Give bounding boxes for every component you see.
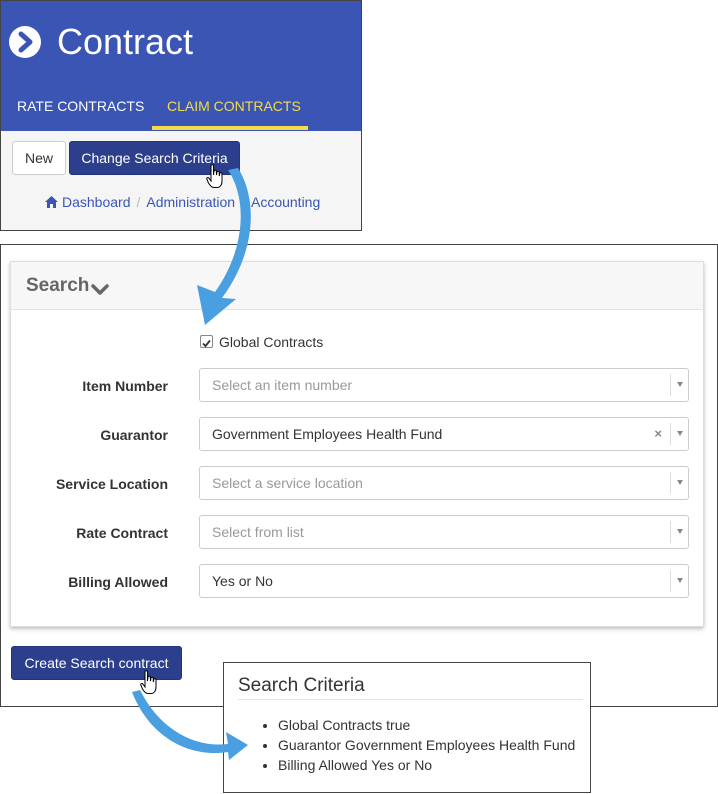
dropdown-caret-icon[interactable] [677,431,683,436]
item-number-label: Item Number [82,378,168,394]
divider [238,699,583,700]
item-number-select[interactable]: Select an item number [199,368,689,402]
breadcrumb: Dashboard / Administration / Accounting [45,194,320,211]
search-card: Search Global Contracts Item Number Sele… [10,261,704,627]
hand-pointer-icon [206,164,223,188]
home-icon [45,195,58,211]
service-location-label: Service Location [55,476,168,492]
guarantor-value: Government Employees Health Fund [212,426,443,442]
dropdown-caret-icon[interactable] [677,382,683,387]
billing-allowed-select[interactable]: Yes or No [199,564,689,598]
select-divider [670,472,671,494]
rate-contract-value: Select from list [212,524,304,540]
list-item: Billing Allowed Yes or No [278,755,575,775]
search-title: Search [26,275,90,296]
rate-contract-select[interactable]: Select from list [199,515,689,549]
tab-rate-contracts[interactable]: RATE CONTRACTS [17,98,144,130]
clear-icon[interactable]: × [654,426,662,441]
chevron-circle-right-icon [9,26,41,58]
global-contracts-label: Global Contracts [219,334,324,350]
breadcrumb-separator: / [136,194,141,210]
guarantor-label: Guarantor [100,427,168,443]
breadcrumb-administration[interactable]: Administration [146,194,235,210]
breadcrumb-accounting[interactable]: Accounting [251,194,320,210]
billing-allowed-value: Yes or No [212,573,273,589]
hand-pointer-icon [140,670,157,694]
active-tab-indicator [152,126,308,130]
list-item: Global Contracts true [278,715,575,735]
check-icon [202,339,211,348]
contract-header-panel: Contract RATE CONTRACTS CLAIM CONTRACTS … [0,0,362,231]
billing-allowed-label: Billing Allowed [68,574,168,590]
search-panel: Search Global Contracts Item Number Sele… [0,244,718,707]
page-title: Contract [57,21,194,62]
app-header: Contract RATE CONTRACTS CLAIM CONTRACTS [1,1,361,131]
select-divider [670,423,671,445]
dropdown-caret-icon[interactable] [677,529,683,534]
dropdown-caret-icon[interactable] [677,578,683,583]
select-divider [670,521,671,543]
breadcrumb-separator: / [241,194,245,210]
chevron-down-icon[interactable] [91,284,109,296]
service-location-value: Select a service location [212,475,363,491]
list-item: Guarantor Government Employees Health Fu… [278,735,575,755]
select-divider [670,570,671,592]
criteria-list: Global Contracts true Guarantor Governme… [238,715,575,775]
search-card-header[interactable]: Search [11,262,703,310]
new-button[interactable]: New [12,141,66,175]
rate-contract-label: Rate Contract [76,525,168,541]
breadcrumb-dashboard[interactable]: Dashboard [62,194,131,210]
select-divider [670,374,671,396]
search-criteria-box: Search Criteria Global Contracts true Gu… [223,662,591,793]
guarantor-select[interactable]: Government Employees Health Fund × [199,417,689,451]
dropdown-caret-icon[interactable] [677,480,683,485]
service-location-select[interactable]: Select a service location [199,466,689,500]
item-number-value: Select an item number [212,377,353,393]
global-contracts-checkbox[interactable] [200,335,213,348]
search-criteria-title: Search Criteria [238,675,365,696]
